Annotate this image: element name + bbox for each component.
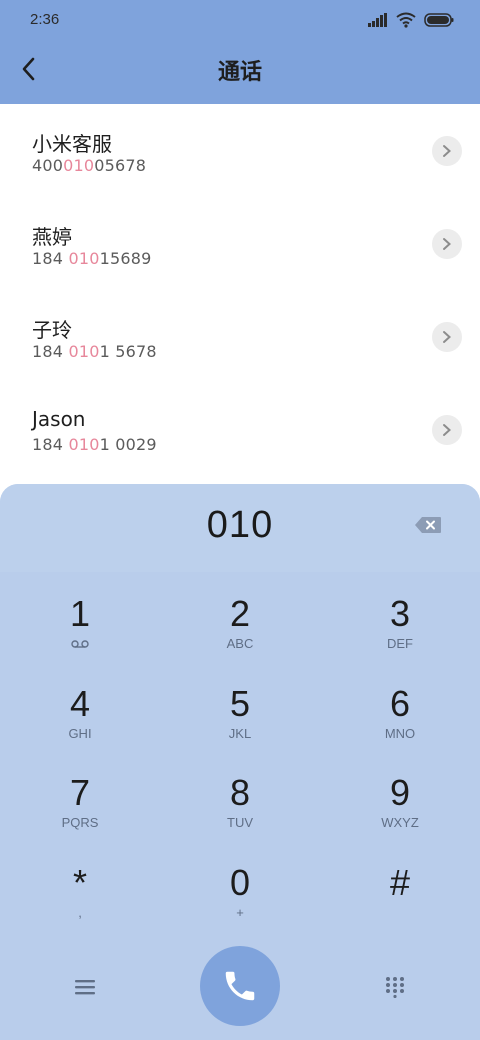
chevron-right-icon <box>443 238 451 250</box>
key-0[interactable]: 0 + <box>180 863 300 943</box>
top-bar: 2:36 通话 <box>0 0 480 104</box>
contact-name: 燕婷 <box>32 225 72 249</box>
dialed-number: 010 <box>206 504 274 546</box>
contact-name: Jason <box>32 407 86 431</box>
contact-number: 184 0101 0029 <box>32 435 157 454</box>
menu-button[interactable] <box>70 972 100 1002</box>
dial-pad: 010 1 2 ABC 3 DEF 4 GHI 5 JKL 6 MNO 7 PQ… <box>0 484 480 1040</box>
matched-digits: 010 <box>68 342 100 361</box>
contact-number: 184 01015689 <box>32 249 152 268</box>
matched-digits: 010 <box>63 156 95 175</box>
contact-number: 184 0101 5678 <box>32 342 157 361</box>
status-bar: 2:36 <box>0 0 480 40</box>
contact-name: 小米客服 <box>32 132 112 156</box>
wifi-icon <box>396 12 416 28</box>
matched-digits: 010 <box>68 435 100 454</box>
backspace-icon[interactable] <box>414 514 442 536</box>
chevron-right-icon <box>443 424 451 436</box>
key-star[interactable]: * , <box>20 863 140 943</box>
contact-number: 40001005678 <box>32 156 147 175</box>
contact-name: 子玲 <box>32 318 72 342</box>
key-5[interactable]: 5 JKL <box>180 684 300 764</box>
key-9[interactable]: 9 WXYZ <box>340 773 460 853</box>
key-7[interactable]: 7 PQRS <box>20 773 140 853</box>
key-hash[interactable]: # <box>340 863 460 943</box>
key-3[interactable]: 3 DEF <box>340 594 460 674</box>
call-button[interactable] <box>200 946 280 1026</box>
key-6[interactable]: 6 MNO <box>340 684 460 764</box>
status-time: 2:36 <box>30 11 60 28</box>
contact-detail-button[interactable] <box>432 322 462 352</box>
contact-detail-button[interactable] <box>432 229 462 259</box>
contact-detail-button[interactable] <box>432 415 462 445</box>
menu-icon <box>75 980 95 995</box>
dial-display: 010 <box>0 484 480 572</box>
key-8[interactable]: 8 TUV <box>180 773 300 853</box>
phone-icon <box>225 971 255 1001</box>
contact-item[interactable]: 小米客服 40001005678 <box>0 104 480 197</box>
key-2[interactable]: 2 ABC <box>180 594 300 674</box>
contact-item[interactable]: 燕婷 184 01015689 <box>0 197 480 290</box>
chevron-right-icon <box>443 145 451 157</box>
header: 通话 <box>0 44 480 94</box>
contact-list: 小米客服 40001005678 燕婷 184 01015689 子玲 184 … <box>0 104 480 476</box>
dial-actions <box>0 944 480 1034</box>
keypad-toggle-button[interactable] <box>380 972 410 1002</box>
keypad-grid-icon <box>386 977 404 998</box>
voicemail-icon <box>71 640 89 648</box>
contact-item[interactable]: Jason 184 0101 0029 <box>0 383 480 476</box>
signal-icon <box>368 13 387 27</box>
matched-digits: 010 <box>68 249 100 268</box>
status-icons <box>368 12 454 28</box>
key-4[interactable]: 4 GHI <box>20 684 140 764</box>
contact-detail-button[interactable] <box>432 136 462 166</box>
contact-item[interactable]: 子玲 184 0101 5678 <box>0 290 480 383</box>
key-1[interactable]: 1 <box>20 594 140 674</box>
battery-icon <box>424 13 454 27</box>
chevron-right-icon <box>443 331 451 343</box>
page-title: 通话 <box>217 60 262 85</box>
